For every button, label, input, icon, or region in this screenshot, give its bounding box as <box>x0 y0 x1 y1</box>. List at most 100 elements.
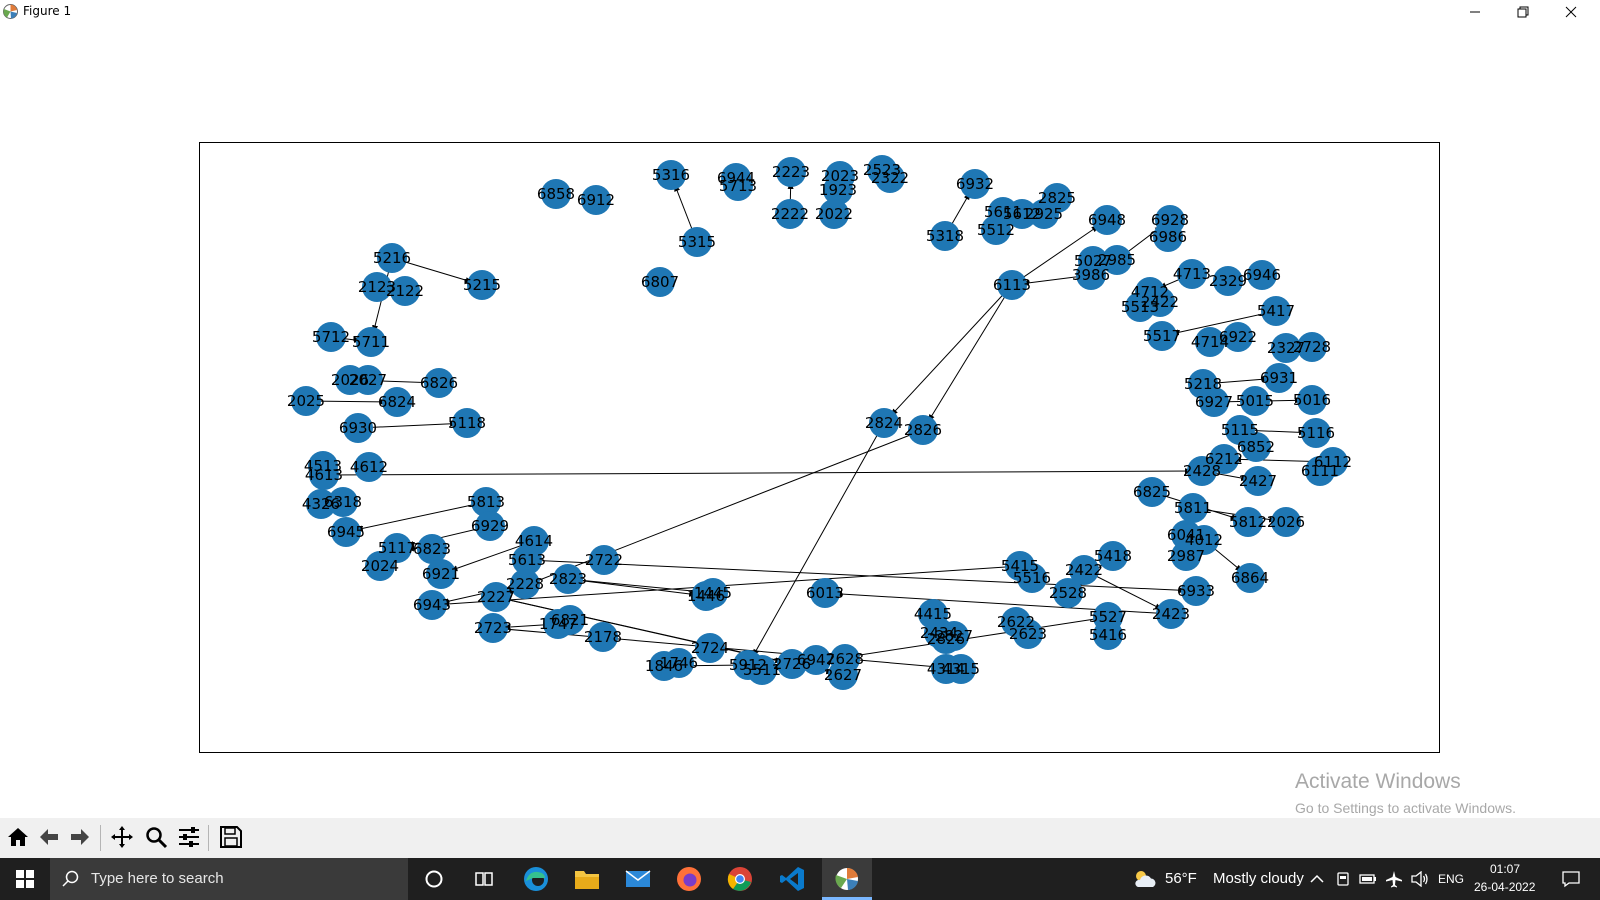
graph-node-label: 2925 <box>1025 205 1063 223</box>
graph-node-label: 6945 <box>327 523 365 541</box>
graph-node-label: 6922 <box>1219 328 1257 346</box>
graph-node-label: 5512 <box>977 221 1015 239</box>
graph-node-label: 3986 <box>1072 266 1110 284</box>
forward-button[interactable] <box>66 823 94 851</box>
save-button[interactable] <box>217 823 245 851</box>
firefox-button[interactable] <box>665 858 713 900</box>
weather-widget[interactable] <box>1130 858 1160 900</box>
airplane-mode-button[interactable] <box>1382 858 1406 900</box>
graph-node-label: 2222 <box>771 205 809 223</box>
graph-edge <box>567 578 705 595</box>
graph-node-label: 6928 <box>1151 211 1189 229</box>
start-button[interactable] <box>0 858 50 900</box>
graph-node-label: 6986 <box>1149 228 1187 246</box>
graph-node-label: 5215 <box>463 276 501 294</box>
graph-node-label: 6318 <box>324 493 362 511</box>
graph-edge <box>323 468 1194 476</box>
zoom-icon <box>146 827 168 849</box>
graph-node-label: 5118 <box>448 414 486 432</box>
graph-node-label: 2723 <box>474 619 512 637</box>
back-button[interactable] <box>35 823 63 851</box>
graph-node-label: 6946 <box>1243 266 1281 284</box>
chevron-up-icon <box>1310 874 1324 883</box>
graph-node-label: 2827 <box>935 627 973 645</box>
battery-button[interactable] <box>1356 858 1380 900</box>
configure-subplots-button[interactable] <box>175 823 203 851</box>
firefox-icon <box>677 867 701 891</box>
graph-node-label: 2322 <box>871 169 909 187</box>
mail-button[interactable] <box>614 858 662 900</box>
graph-node-label: 5218 <box>1184 375 1222 393</box>
graph-node-label: 5812 <box>1229 513 1267 531</box>
graph-node-label: 6111 <box>1301 462 1339 480</box>
graph-node-label: 5813 <box>467 493 505 511</box>
graph-node-label: 4614 <box>515 532 553 550</box>
toolbar-separator <box>100 825 101 851</box>
graph-node-label: 2428 <box>1183 462 1221 480</box>
graph-node-label: 2024 <box>361 557 399 575</box>
tray-device-icon-button[interactable] <box>1332 858 1354 900</box>
graph-node-label: 2423 <box>1152 605 1190 623</box>
save-icon <box>220 826 242 848</box>
graph-node-label: 5516 <box>1013 569 1051 587</box>
graph-node-label: 2826 <box>904 421 942 439</box>
task-view-button[interactable] <box>460 858 508 900</box>
cortana-button[interactable] <box>410 858 458 900</box>
clock-date[interactable]: 26-04-2022 <box>1474 880 1535 894</box>
graph-node-label: 2223 <box>772 163 810 181</box>
home-icon <box>8 828 28 846</box>
task-view-icon <box>475 872 493 886</box>
graph-node-label: 5116 <box>1297 424 1335 442</box>
vscode-button[interactable] <box>768 858 816 900</box>
graph-node-label: 4612 <box>350 458 388 476</box>
graph-node-label: 2422 <box>1141 293 1179 311</box>
graph-node-label: 2987 <box>1167 547 1205 565</box>
action-center-button[interactable] <box>1552 858 1590 900</box>
graph-node-label: 2329 <box>1209 272 1247 290</box>
graph-node-label: 5216 <box>373 249 411 267</box>
graph-node-label: 1923 <box>819 181 857 199</box>
clock-time[interactable]: 01:07 <box>1490 862 1520 876</box>
cortana-circle-icon <box>425 870 443 888</box>
matplotlib-figure-taskbar-button[interactable] <box>822 858 872 900</box>
show-hidden-icons-button[interactable] <box>1306 858 1328 900</box>
graph-edge <box>927 284 1013 423</box>
graph-node-label: 6824 <box>378 393 416 411</box>
graph-node-label: 6013 <box>806 584 844 602</box>
matplotlib-app-icon <box>835 867 858 890</box>
edge-browser-button[interactable] <box>512 858 560 900</box>
search-icon <box>62 870 79 887</box>
input-language-indicator[interactable]: ENG <box>1438 872 1464 886</box>
graph-node-label: 6864 <box>1231 569 1269 587</box>
graph-node-label: 6858 <box>537 185 575 203</box>
graph-node-label: 6930 <box>339 419 377 437</box>
volume-button[interactable] <box>1408 858 1432 900</box>
chrome-button[interactable] <box>716 858 764 900</box>
device-icon <box>1337 872 1349 886</box>
taskbar-search-box[interactable]: Type here to search <box>50 858 408 900</box>
graph-node-label: 6932 <box>956 175 994 193</box>
graph-node-label: 2427 <box>1239 472 1277 490</box>
file-explorer-button[interactable] <box>563 858 611 900</box>
home-button[interactable] <box>4 823 32 851</box>
graph-node-label: 2824 <box>865 414 903 432</box>
zoom-button[interactable] <box>142 823 170 851</box>
graph-node-label: 5016 <box>1293 391 1331 409</box>
pan-icon <box>111 826 133 848</box>
graph-node-label: 6912 <box>577 191 615 209</box>
weather-description[interactable]: Mostly cloudy <box>1213 870 1304 887</box>
graph-node-label: 2422 <box>1065 561 1103 579</box>
graph-node-label: 6826 <box>420 374 458 392</box>
graph-node-label: 2227 <box>477 588 515 606</box>
speaker-icon <box>1411 871 1428 887</box>
graph-edge <box>567 578 698 597</box>
folder-icon <box>575 871 599 889</box>
graph-node-label: 2122 <box>386 282 424 300</box>
graph-node-label: 2627 <box>824 666 862 684</box>
graph-node-label: 5416 <box>1089 626 1127 644</box>
weather-temperature[interactable]: 56°F <box>1165 870 1197 887</box>
pan-button[interactable] <box>108 823 136 851</box>
graph-node-label: 2623 <box>1009 625 1047 643</box>
graph-node-label: 6943 <box>413 596 451 614</box>
configure-subplots-icon <box>179 827 199 847</box>
